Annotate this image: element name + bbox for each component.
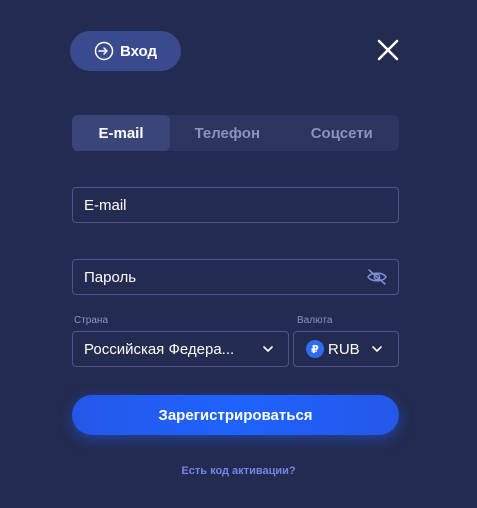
password-field-wrapper — [72, 259, 399, 295]
country-value: Российская Федера... — [84, 340, 235, 358]
login-label: Вход — [119, 42, 158, 60]
login-icon — [94, 41, 114, 61]
chevron-down-icon — [372, 346, 382, 352]
eye-off-icon[interactable] — [366, 268, 388, 286]
currency-label: Валюта — [297, 315, 333, 326]
country-label: Страна — [74, 315, 109, 326]
country-select[interactable]: Российская Федера... — [72, 331, 289, 367]
login-button[interactable]: Вход — [70, 31, 181, 71]
currency-select[interactable]: ₽ RUB — [293, 331, 399, 367]
chevron-down-icon — [263, 346, 273, 352]
password-field[interactable] — [84, 268, 364, 286]
email-field-wrapper — [72, 187, 399, 223]
registration-modal: Вход E-mail Телефон Соцсети Страна Валют… — [0, 0, 477, 508]
email-field[interactable] — [84, 196, 398, 214]
registration-method-tabs: E-mail Телефон Соцсети — [72, 115, 399, 151]
tab-phone[interactable]: Телефон — [170, 115, 285, 151]
register-button[interactable]: Зарегистрироваться — [72, 395, 399, 435]
activation-code-link[interactable]: Есть код активации? — [0, 465, 477, 477]
currency-value: RUB — [328, 340, 360, 358]
tab-social[interactable]: Соцсети — [285, 115, 400, 151]
ruble-icon: ₽ — [306, 340, 324, 358]
close-icon[interactable] — [374, 36, 402, 64]
tab-email[interactable]: E-mail — [72, 115, 170, 151]
